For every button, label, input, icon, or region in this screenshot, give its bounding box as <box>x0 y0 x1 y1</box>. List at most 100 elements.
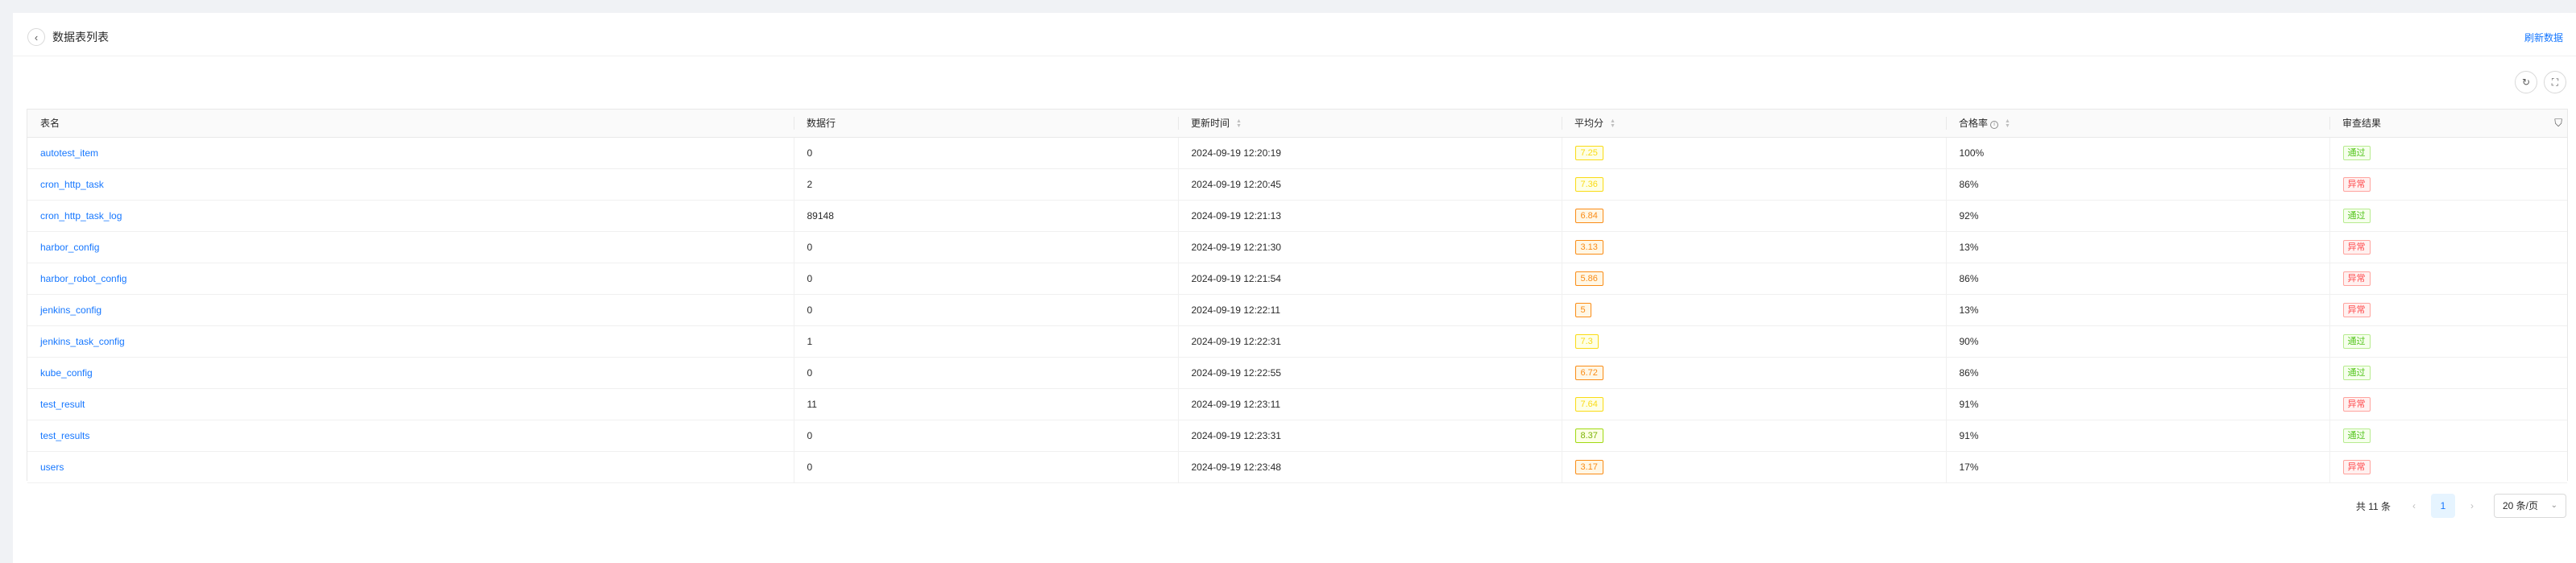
score-tag: 3.17 <box>1574 459 1603 474</box>
cell-updated-time: 2024-09-19 12:23:48 <box>1177 451 1562 483</box>
table-name-link[interactable]: cron_http_task_log <box>40 210 122 221</box>
cell-pass-rate: 86% <box>1945 357 2329 389</box>
column-header-score[interactable]: 平均分 ▲ ▼ <box>1562 110 1946 138</box>
refresh-data-link[interactable]: 刷新数据 <box>2524 31 2563 44</box>
cell-row-count: 1 <box>793 325 1178 358</box>
cell-updated-time: 2024-09-19 12:23:31 <box>1177 420 1562 452</box>
cell-result: 异常 <box>2329 263 2567 295</box>
cell-updated-time: 2024-09-19 12:21:13 <box>1177 200 1562 232</box>
table-name-link[interactable]: test_result <box>40 399 85 410</box>
page-number[interactable]: 1 <box>2431 494 2455 518</box>
table-row: test_result 11 2024-09-19 12:23:11 7.64 91% 异… <box>27 388 2567 420</box>
table-row: users 0 2024-09-19 12:23:48 3.17 17% 异常 <box>27 451 2567 483</box>
result-badge: 异常 <box>2342 302 2371 317</box>
cell-score: 3.17 <box>1561 451 1946 483</box>
table-row: harbor_config 0 2024-09-19 12:21:30 3.13 13%… <box>27 231 2567 263</box>
cell-result: 异常 <box>2329 231 2567 263</box>
table-name-link[interactable]: autotest_item <box>40 147 98 159</box>
result-badge: 异常 <box>2342 271 2371 286</box>
result-badge: 通过 <box>2342 208 2371 223</box>
cell-score: 3.13 <box>1561 231 1946 263</box>
cell-table-name: cron_http_task_log <box>27 200 794 232</box>
score-tag: 3.13 <box>1574 239 1603 255</box>
cell-score: 8.37 <box>1561 420 1946 452</box>
result-badge: 异常 <box>2342 176 2371 192</box>
table-row: test_results 0 2024-09-19 12:23:31 8.37 91% 通… <box>27 420 2567 452</box>
filter-icon[interactable]: ⛉ <box>2554 117 2562 130</box>
result-badge: 通过 <box>2342 145 2371 160</box>
cell-result: 异常 <box>2329 294 2567 326</box>
pagination-total: 共 11 条 <box>2355 500 2391 512</box>
score-tag: 7.36 <box>1574 176 1603 192</box>
cell-pass-rate: 90% <box>1945 325 2329 358</box>
fullscreen-button[interactable]: ⛶ <box>2544 71 2566 93</box>
cell-score: 5.86 <box>1561 263 1946 295</box>
table-row: cron_http_task 2 2024-09-19 12:20:45 7.36 86… <box>27 168 2567 201</box>
cell-updated-time: 2024-09-19 12:22:11 <box>1177 294 1562 326</box>
cell-score: 7.36 <box>1561 168 1946 201</box>
sort-icon[interactable]: ▲ ▼ <box>2005 118 2010 129</box>
column-header-rows: 数据行 <box>794 110 1178 138</box>
cell-row-count: 11 <box>793 388 1178 420</box>
cell-row-count: 0 <box>793 137 1178 169</box>
table-name-link[interactable]: test_results <box>40 430 89 441</box>
cell-result: 通过 <box>2329 420 2567 452</box>
score-tag: 6.72 <box>1574 365 1603 380</box>
cell-score: 6.72 <box>1561 357 1946 389</box>
cell-result: 通过 <box>2329 325 2567 358</box>
result-badge: 通过 <box>2342 428 2371 443</box>
cell-row-count: 89148 <box>793 200 1178 232</box>
page-size-select[interactable]: 20 条/页 ⌄ <box>2494 494 2566 518</box>
cell-updated-time: 2024-09-19 12:23:11 <box>1177 388 1562 420</box>
result-badge: 异常 <box>2342 239 2371 255</box>
cell-table-name: test_result <box>27 388 794 420</box>
cell-table-name: kube_config <box>27 357 794 389</box>
table-row: cron_http_task_log 89148 2024-09-19 12:21:… <box>27 200 2567 232</box>
cell-result: 异常 <box>2329 451 2567 483</box>
table-name-link[interactable]: harbor_robot_config <box>40 273 127 284</box>
score-tag: 7.64 <box>1574 396 1603 412</box>
column-header-result: 审查结果 ⛉ <box>2329 110 2567 138</box>
score-tag: 5.86 <box>1574 271 1603 286</box>
next-page-icon[interactable]: › <box>2462 500 2483 511</box>
table-name-link[interactable]: cron_http_task <box>40 179 104 190</box>
cell-updated-time: 2024-09-19 12:22:31 <box>1177 325 1562 358</box>
cell-table-name: jenkins_task_config <box>27 325 794 358</box>
cell-table-name: test_results <box>27 420 794 452</box>
cell-score: 7.64 <box>1561 388 1946 420</box>
table-name-link[interactable]: kube_config <box>40 367 93 379</box>
cell-result: 通过 <box>2329 137 2567 169</box>
column-header-pass-rate[interactable]: 合格率 i ▲ ▼ <box>1946 110 2329 138</box>
table-name-link[interactable]: users <box>40 462 64 473</box>
chevron-left-icon: ‹ <box>34 31 39 43</box>
cell-row-count: 2 <box>793 168 1178 201</box>
cell-row-count: 0 <box>793 263 1178 295</box>
sort-icon[interactable]: ▲ ▼ <box>1610 118 1616 129</box>
reload-button[interactable]: ↻ <box>2515 71 2537 93</box>
cell-score: 6.84 <box>1561 200 1946 232</box>
cell-pass-rate: 91% <box>1945 388 2329 420</box>
cell-updated-time: 2024-09-19 12:20:19 <box>1177 137 1562 169</box>
cell-updated-time: 2024-09-19 12:20:45 <box>1177 168 1562 201</box>
cell-result: 通过 <box>2329 357 2567 389</box>
cell-row-count: 0 <box>793 451 1178 483</box>
cell-result: 异常 <box>2329 168 2567 201</box>
cell-table-name: harbor_robot_config <box>27 263 794 295</box>
prev-page-icon[interactable]: ‹ <box>2404 500 2425 511</box>
chevron-down-icon: ⌄ <box>2550 501 2557 510</box>
table-name-link[interactable]: jenkins_task_config <box>40 336 125 347</box>
table-row: harbor_robot_config 0 2024-09-19 12:21:54 5… <box>27 263 2567 295</box>
table-name-link[interactable]: jenkins_config <box>40 304 102 316</box>
cell-pass-rate: 86% <box>1945 168 2329 201</box>
cell-pass-rate: 100% <box>1945 137 2329 169</box>
back-button[interactable]: ‹ <box>27 28 45 46</box>
table-header-row: 表名 数据行 更新时间 ▲ ▼ 平均分 ▲ ▼ 合格率 i ▲ ▼ 审查结果 ⛉ <box>27 110 2567 138</box>
table-row: jenkins_task_config 1 2024-09-19 12:22:31 7… <box>27 325 2567 358</box>
table-name-link[interactable]: harbor_config <box>40 242 99 253</box>
sort-icon[interactable]: ▲ ▼ <box>1236 118 1242 129</box>
column-header-updated[interactable]: 更新时间 ▲ ▼ <box>1178 110 1562 138</box>
cell-table-name: cron_http_task <box>27 168 794 201</box>
cell-updated-time: 2024-09-19 12:21:30 <box>1177 231 1562 263</box>
info-icon: i <box>1990 121 1999 130</box>
result-badge: 异常 <box>2342 396 2371 412</box>
